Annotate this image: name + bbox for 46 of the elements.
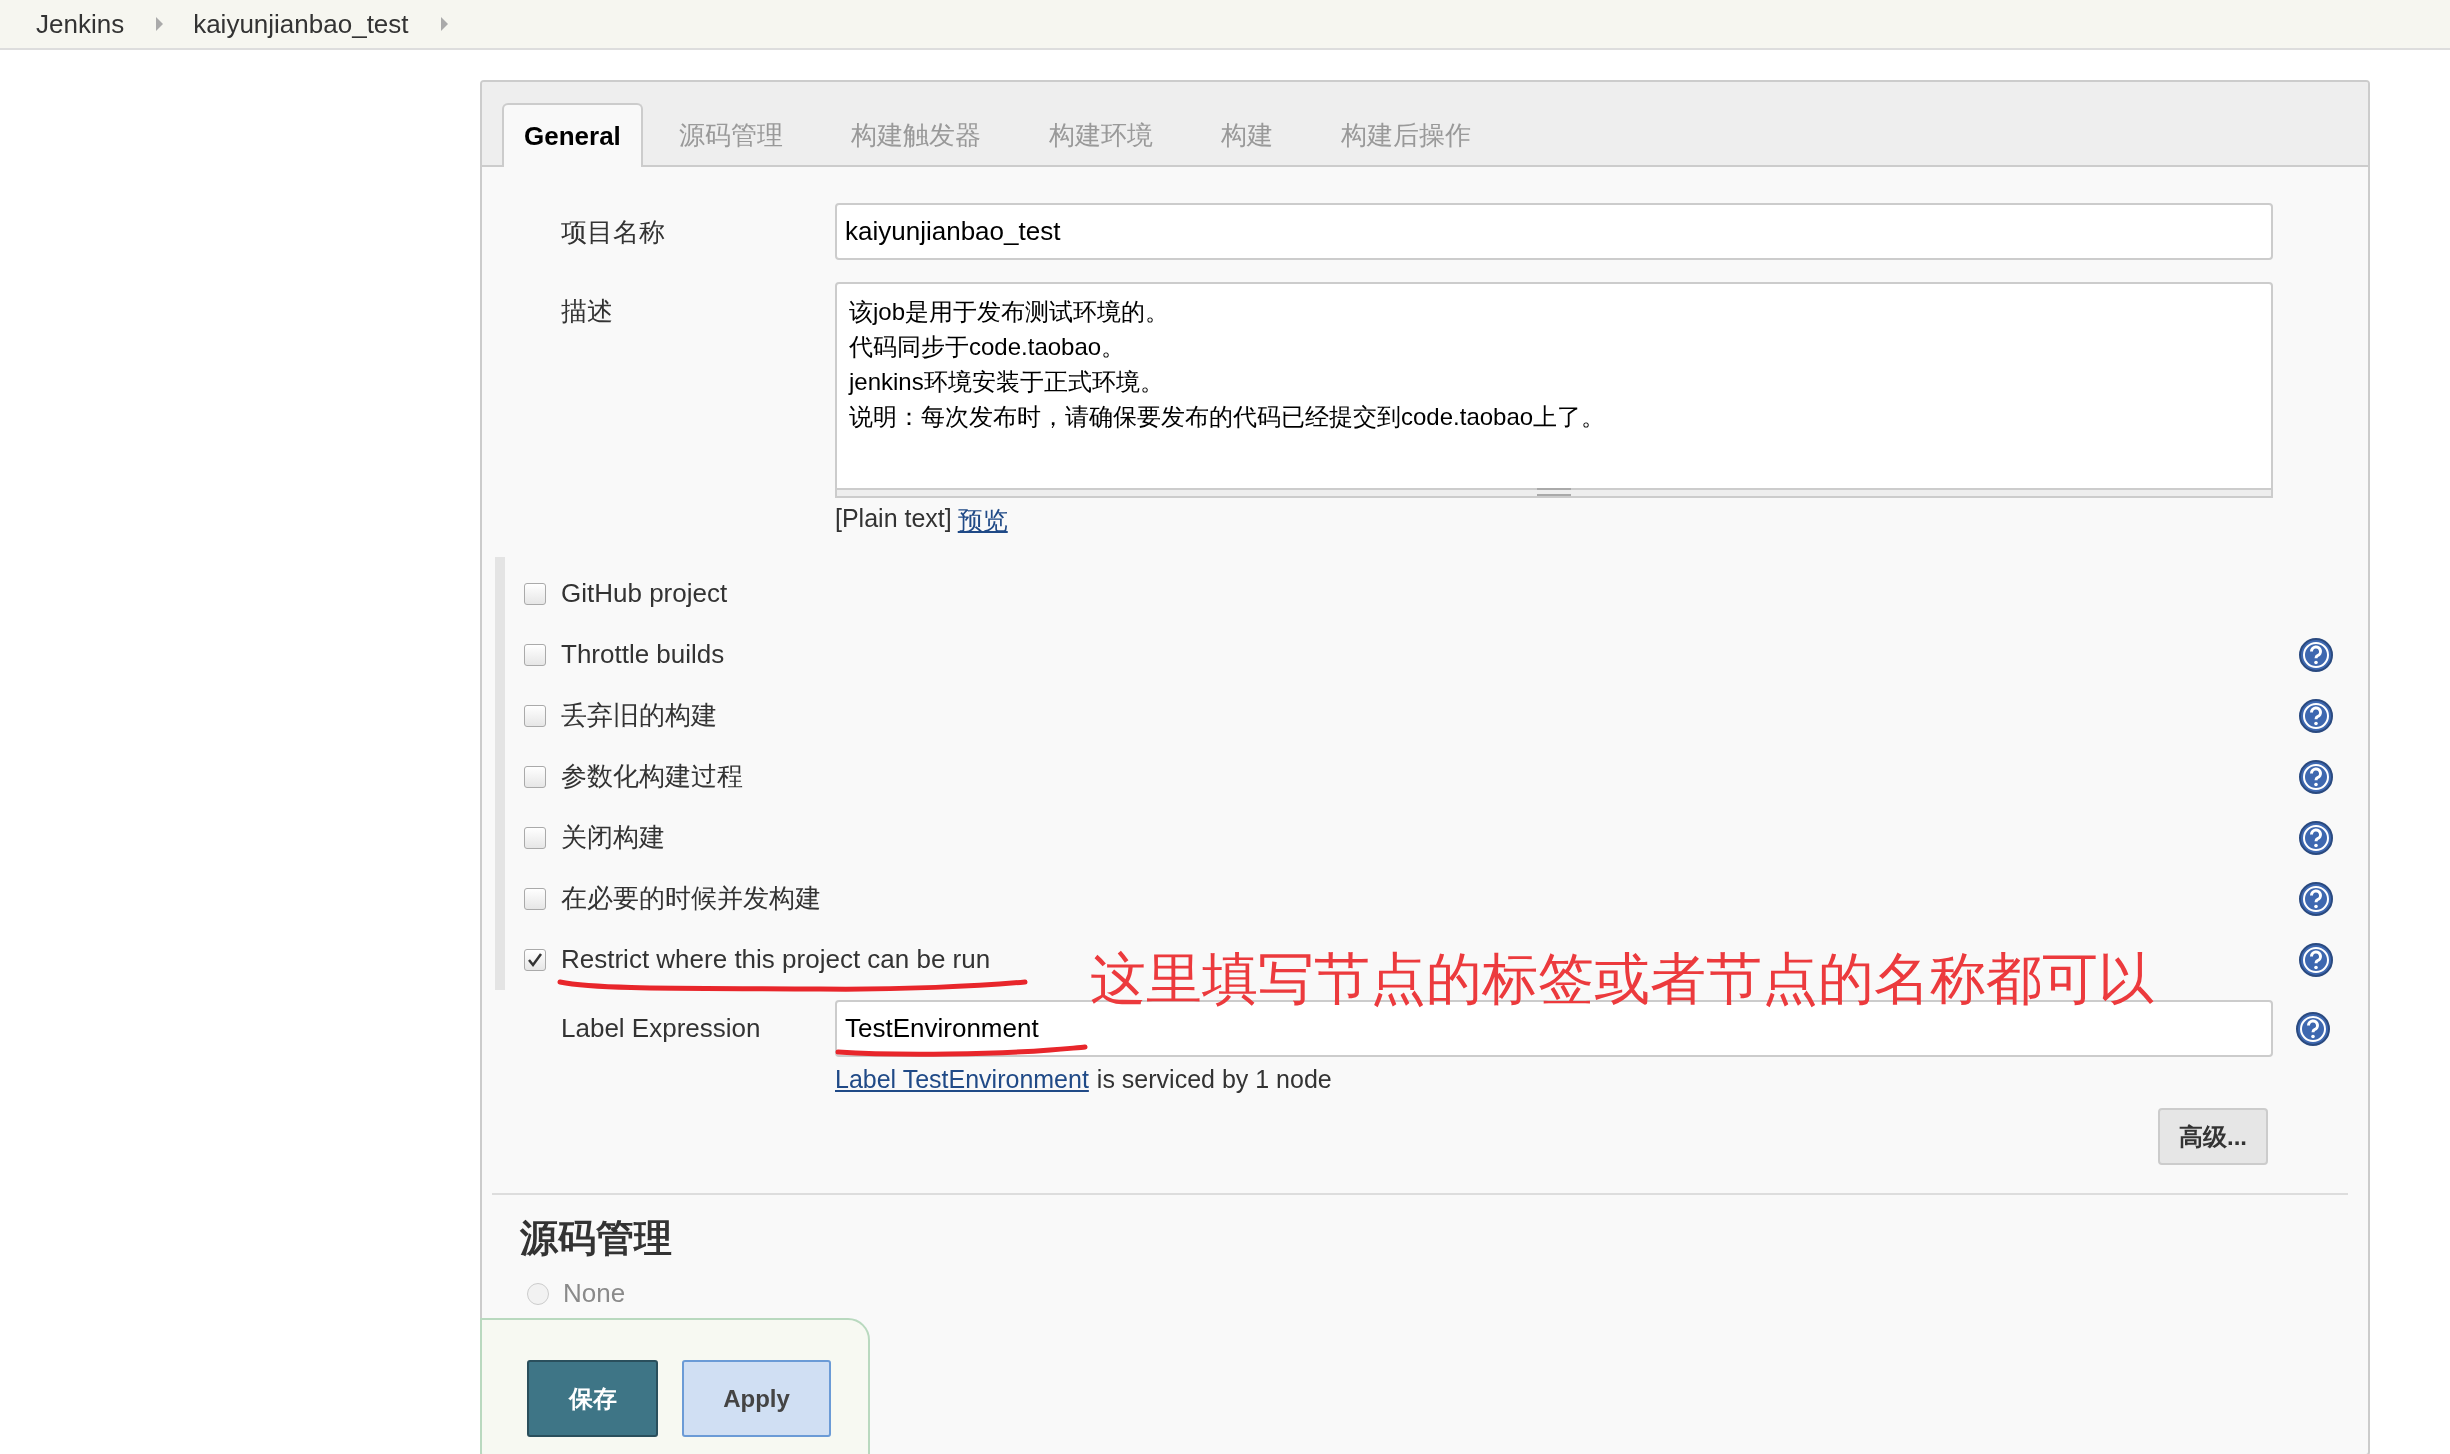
help-icon[interactable]: [2298, 819, 2334, 856]
option-label: 丢弃旧的构建: [561, 699, 717, 732]
section-heading: 源码管理: [520, 1216, 673, 1261]
option-label: 在必要的时候并发构建: [561, 882, 821, 915]
name-field[interactable]: kaiyunjianbao_test: [835, 203, 2273, 260]
label-link[interactable]: Label TestEnvironment: [835, 1065, 1089, 1094]
option-label: Throttle builds: [561, 639, 725, 670]
checkbox[interactable]: [524, 582, 546, 605]
help-icon[interactable]: [2298, 758, 2334, 795]
field-label: 描述: [561, 295, 614, 328]
field-label: Label Expression: [561, 1013, 762, 1044]
checkbox[interactable]: [524, 826, 546, 849]
save-button[interactable]: 保存: [527, 1360, 658, 1437]
format-note: [Plain text]: [835, 504, 952, 534]
checkbox[interactable]: [524, 765, 546, 788]
description-line: 该job是用于发布测试环境的。: [849, 297, 1170, 327]
help-icon[interactable]: [2295, 1010, 2331, 1047]
option-label: 参数化构建过程: [561, 760, 743, 793]
checkbox[interactable]: [524, 704, 546, 727]
radio-button[interactable]: [527, 1282, 549, 1305]
status-text: is serviced by 1 node: [1096, 1065, 1332, 1094]
advanced-button[interactable]: 高级...: [2158, 1108, 2268, 1165]
field-label: 项目名称: [561, 216, 666, 249]
breadcrumb-link[interactable]: kaiyunjianbao_test: [193, 8, 409, 40]
description-field[interactable]: 该job是用于发布测试环境的。 代码同步于code.taobao。 jenkins环境安装于正式环境。 说明：每次发布时，请确保要发布的代码已经提交到code.taobao上了。: [835, 282, 2273, 490]
checkbox[interactable]: [524, 887, 546, 910]
caret-icon[interactable]: [156, 17, 164, 31]
option-label: 关闭构建: [561, 821, 665, 854]
checkbox[interactable]: [524, 643, 546, 666]
radio-label: None: [563, 1278, 626, 1309]
apply-button[interactable]: Apply: [682, 1360, 831, 1437]
help-icon[interactable]: [2298, 697, 2334, 734]
help-icon[interactable]: [2298, 636, 2334, 673]
help-icon[interactable]: [2298, 941, 2334, 978]
resize-grip-icon[interactable]: [1537, 488, 1571, 496]
breadcrumb-link[interactable]: Jenkins: [36, 8, 125, 40]
description-line: 代码同步于code.taobao。: [849, 332, 1126, 362]
description-line: 说明：每次发布时，请确保要发布的代码已经提交到code.taobao上了。: [849, 402, 1606, 432]
option-label: Restrict where this project can be run: [561, 944, 991, 975]
help-icon[interactable]: [2298, 880, 2334, 917]
checkbox[interactable]: [524, 948, 546, 971]
description-line: jenkins环境安装于正式环境。: [849, 367, 1164, 397]
preview-link[interactable]: 预览: [957, 504, 1008, 537]
caret-icon[interactable]: [440, 17, 448, 31]
option-label: GitHub project: [561, 578, 728, 609]
tab[interactable]: General: [502, 103, 643, 167]
